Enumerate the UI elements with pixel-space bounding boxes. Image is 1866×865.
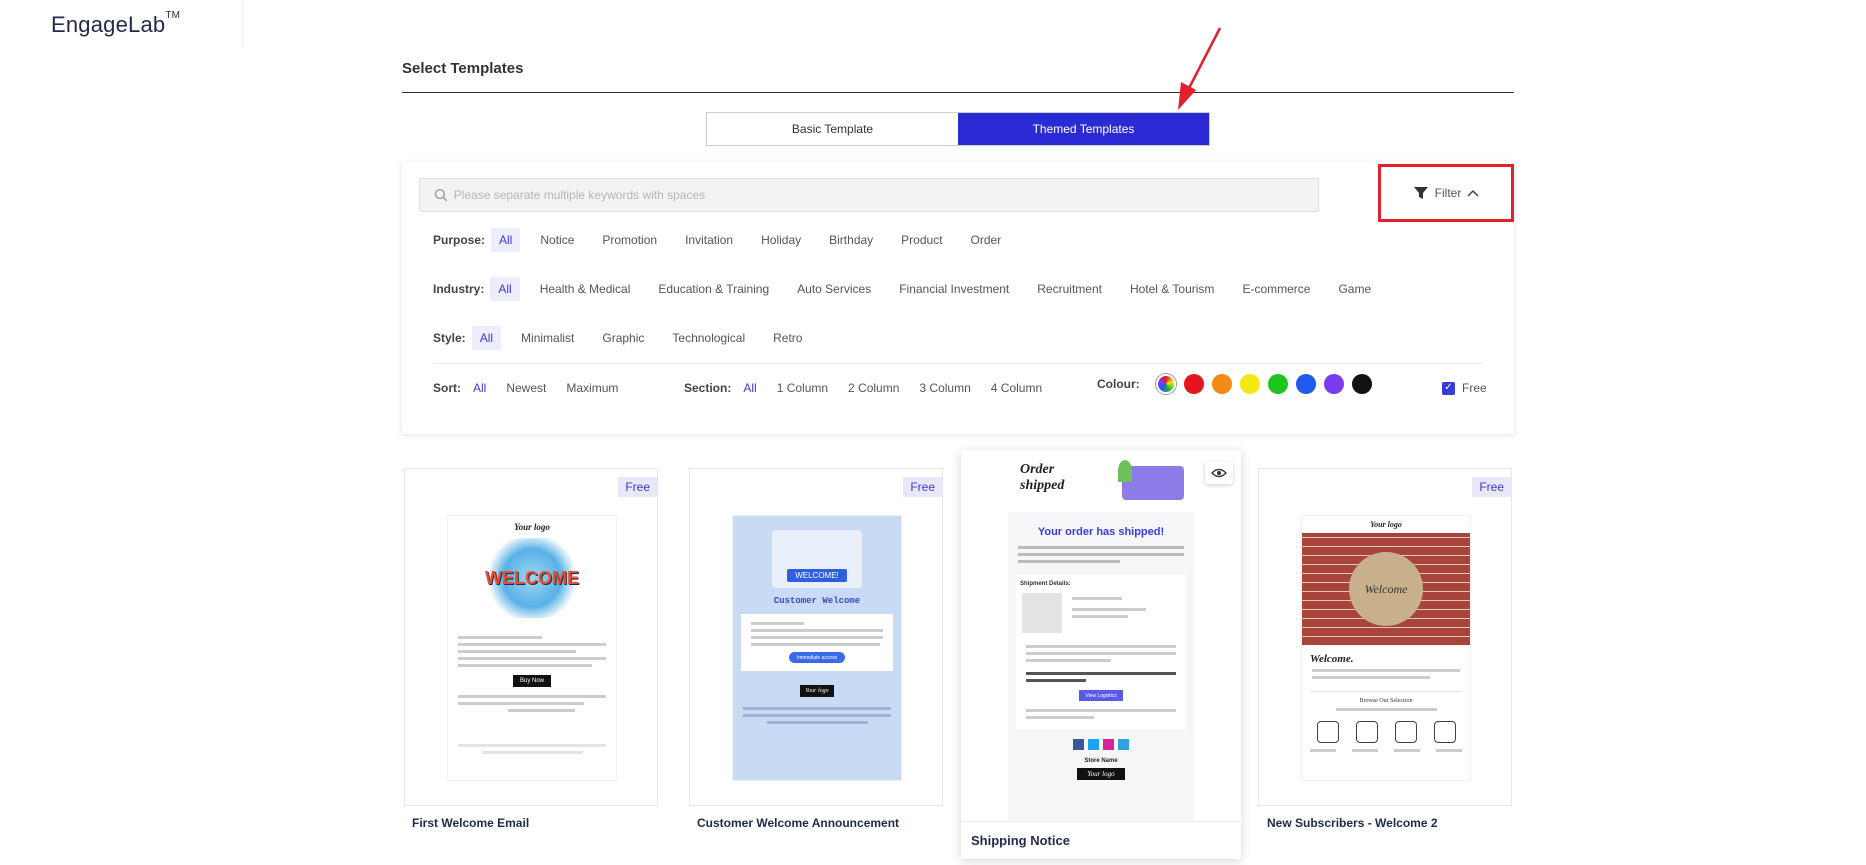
industry-option-financial[interactable]: Financial Investment bbox=[891, 277, 1017, 301]
industry-option-education[interactable]: Education & Training bbox=[650, 277, 777, 301]
colour-swatch-all[interactable] bbox=[1155, 374, 1176, 394]
purpose-option-birthday[interactable]: Birthday bbox=[821, 228, 881, 252]
template-preview: Your logo Welcome Welcome. Browse Our Se… bbox=[1301, 515, 1471, 781]
free-badge: Free bbox=[618, 477, 657, 497]
colour-swatch-orange[interactable] bbox=[1211, 374, 1232, 394]
industry-option-ecommerce[interactable]: E-commerce bbox=[1234, 277, 1318, 301]
industry-option-hotel[interactable]: Hotel & Tourism bbox=[1122, 277, 1222, 301]
discount-icon bbox=[1394, 721, 1417, 743]
section-option-3-column[interactable]: 3 Column bbox=[913, 376, 976, 400]
colour-swatch-black[interactable] bbox=[1351, 374, 1372, 394]
template-card-first-welcome[interactable]: Free Your logo WELCOME Buy Now bbox=[404, 468, 658, 806]
style-filter-row: Style: All Minimalist Graphic Technologi… bbox=[433, 326, 822, 350]
funnel-icon bbox=[1413, 187, 1428, 199]
colour-swatch-red[interactable] bbox=[1183, 374, 1204, 394]
sort-option-newest[interactable]: Newest bbox=[500, 376, 552, 400]
industry-option-health[interactable]: Health & Medical bbox=[532, 277, 639, 301]
industry-option-game[interactable]: Game bbox=[1330, 277, 1379, 301]
twitter-icon bbox=[1088, 739, 1099, 750]
colour-swatch-green[interactable] bbox=[1267, 374, 1288, 394]
search-icon bbox=[434, 188, 448, 202]
section-option-2-column[interactable]: 2 Column bbox=[842, 376, 905, 400]
style-option-minimalist[interactable]: Minimalist bbox=[513, 326, 582, 350]
style-option-technological[interactable]: Technological bbox=[664, 326, 753, 350]
colour-group: Colour: bbox=[1097, 374, 1380, 394]
delivery-icon bbox=[1433, 721, 1456, 743]
template-title[interactable]: First Welcome Email bbox=[412, 816, 529, 830]
colour-swatch-purple[interactable] bbox=[1323, 374, 1344, 394]
template-title[interactable]: Customer Welcome Announcement bbox=[697, 816, 899, 830]
sort-option-maximum[interactable]: Maximum bbox=[560, 376, 624, 400]
preview-eye-button[interactable] bbox=[1205, 462, 1233, 484]
header-divider bbox=[242, 0, 243, 48]
purpose-option-order[interactable]: Order bbox=[963, 228, 1010, 252]
industry-filter-row: Industry: All Health & Medical Education… bbox=[433, 277, 1391, 301]
template-preview: Your logo WELCOME Buy Now bbox=[447, 515, 617, 781]
title-rule bbox=[402, 92, 1514, 93]
package-icon bbox=[1022, 593, 1062, 633]
page-title: Select Templates bbox=[402, 60, 524, 77]
checkbox-checked-icon: ✓ bbox=[1442, 381, 1455, 395]
template-title[interactable]: Shipping Notice bbox=[961, 821, 1241, 859]
filter-button[interactable]: Filter bbox=[1378, 164, 1514, 222]
section-group: Section: All 1 Column 2 Column 3 Column … bbox=[684, 376, 1056, 400]
template-title[interactable]: New Subscribers - Welcome 2 bbox=[1267, 816, 1438, 830]
sort-option-all[interactable]: All bbox=[467, 376, 492, 400]
free-badge: Free bbox=[903, 477, 942, 497]
page: EngageLabTM Select Templates Basic Templ… bbox=[0, 0, 1866, 865]
tab-themed-templates[interactable]: Themed Templates bbox=[958, 113, 1209, 145]
filter-divider bbox=[433, 363, 1483, 364]
purpose-filter-row: Purpose: All Notice Promotion Invitation… bbox=[433, 228, 1021, 252]
engagelab-logo[interactable]: EngageLabTM bbox=[51, 10, 180, 38]
section-option-1-column[interactable]: 1 Column bbox=[771, 376, 834, 400]
template-card-customer-welcome[interactable]: Free WELCOME! Customer Welcome Immediate… bbox=[689, 468, 943, 806]
template-card-new-subscribers[interactable]: Free Your logo Welcome Welcome. Browse O… bbox=[1258, 468, 1512, 806]
section-option-all[interactable]: All bbox=[737, 376, 762, 400]
facebook-icon bbox=[1073, 739, 1084, 750]
search-input[interactable] bbox=[453, 188, 1318, 202]
annotation-arrow-icon bbox=[1178, 27, 1222, 110]
colour-swatch-yellow[interactable] bbox=[1239, 374, 1260, 394]
style-option-retro[interactable]: Retro bbox=[765, 326, 810, 350]
welcome-wreath-image: Welcome bbox=[1302, 533, 1470, 645]
style-option-all[interactable]: All bbox=[471, 326, 502, 350]
search-box bbox=[419, 178, 1319, 212]
style-option-graphic[interactable]: Graphic bbox=[594, 326, 652, 350]
template-preview: WELCOME! Customer Welcome Immediate acce… bbox=[732, 515, 902, 781]
tab-basic-template[interactable]: Basic Template bbox=[707, 113, 958, 145]
badge-icon bbox=[1355, 721, 1378, 743]
eye-icon bbox=[1211, 468, 1227, 478]
purpose-option-product[interactable]: Product bbox=[893, 228, 950, 252]
purpose-option-holiday[interactable]: Holiday bbox=[753, 228, 809, 252]
colour-swatch-blue[interactable] bbox=[1295, 374, 1316, 394]
free-checkbox[interactable]: ✓ Free bbox=[1442, 381, 1487, 395]
industry-option-recruitment[interactable]: Recruitment bbox=[1029, 277, 1110, 301]
shield-icon bbox=[1316, 721, 1339, 743]
filter-panel: Filter Purpose: All Notice Promotion Inv… bbox=[402, 162, 1514, 434]
template-card-shipping-notice[interactable]: Order shipped Your order has shipped! Sh… bbox=[961, 450, 1241, 859]
purpose-option-all[interactable]: All bbox=[491, 228, 521, 252]
sort-group: Sort: All Newest Maximum bbox=[433, 376, 632, 400]
free-badge: Free bbox=[1472, 477, 1511, 497]
section-option-4-column[interactable]: 4 Column bbox=[985, 376, 1048, 400]
telegram-icon bbox=[1118, 739, 1129, 750]
purpose-option-notice[interactable]: Notice bbox=[532, 228, 582, 252]
industry-option-all[interactable]: All bbox=[490, 277, 520, 301]
purpose-option-invitation[interactable]: Invitation bbox=[677, 228, 741, 252]
template-type-tabs: Basic Template Themed Templates bbox=[706, 112, 1210, 146]
industry-option-auto[interactable]: Auto Services bbox=[789, 277, 879, 301]
purpose-option-promotion[interactable]: Promotion bbox=[594, 228, 665, 252]
chevron-up-icon bbox=[1467, 189, 1479, 197]
instagram-icon bbox=[1103, 739, 1114, 750]
template-preview: Order shipped Your order has shipped! Sh… bbox=[1008, 450, 1194, 820]
